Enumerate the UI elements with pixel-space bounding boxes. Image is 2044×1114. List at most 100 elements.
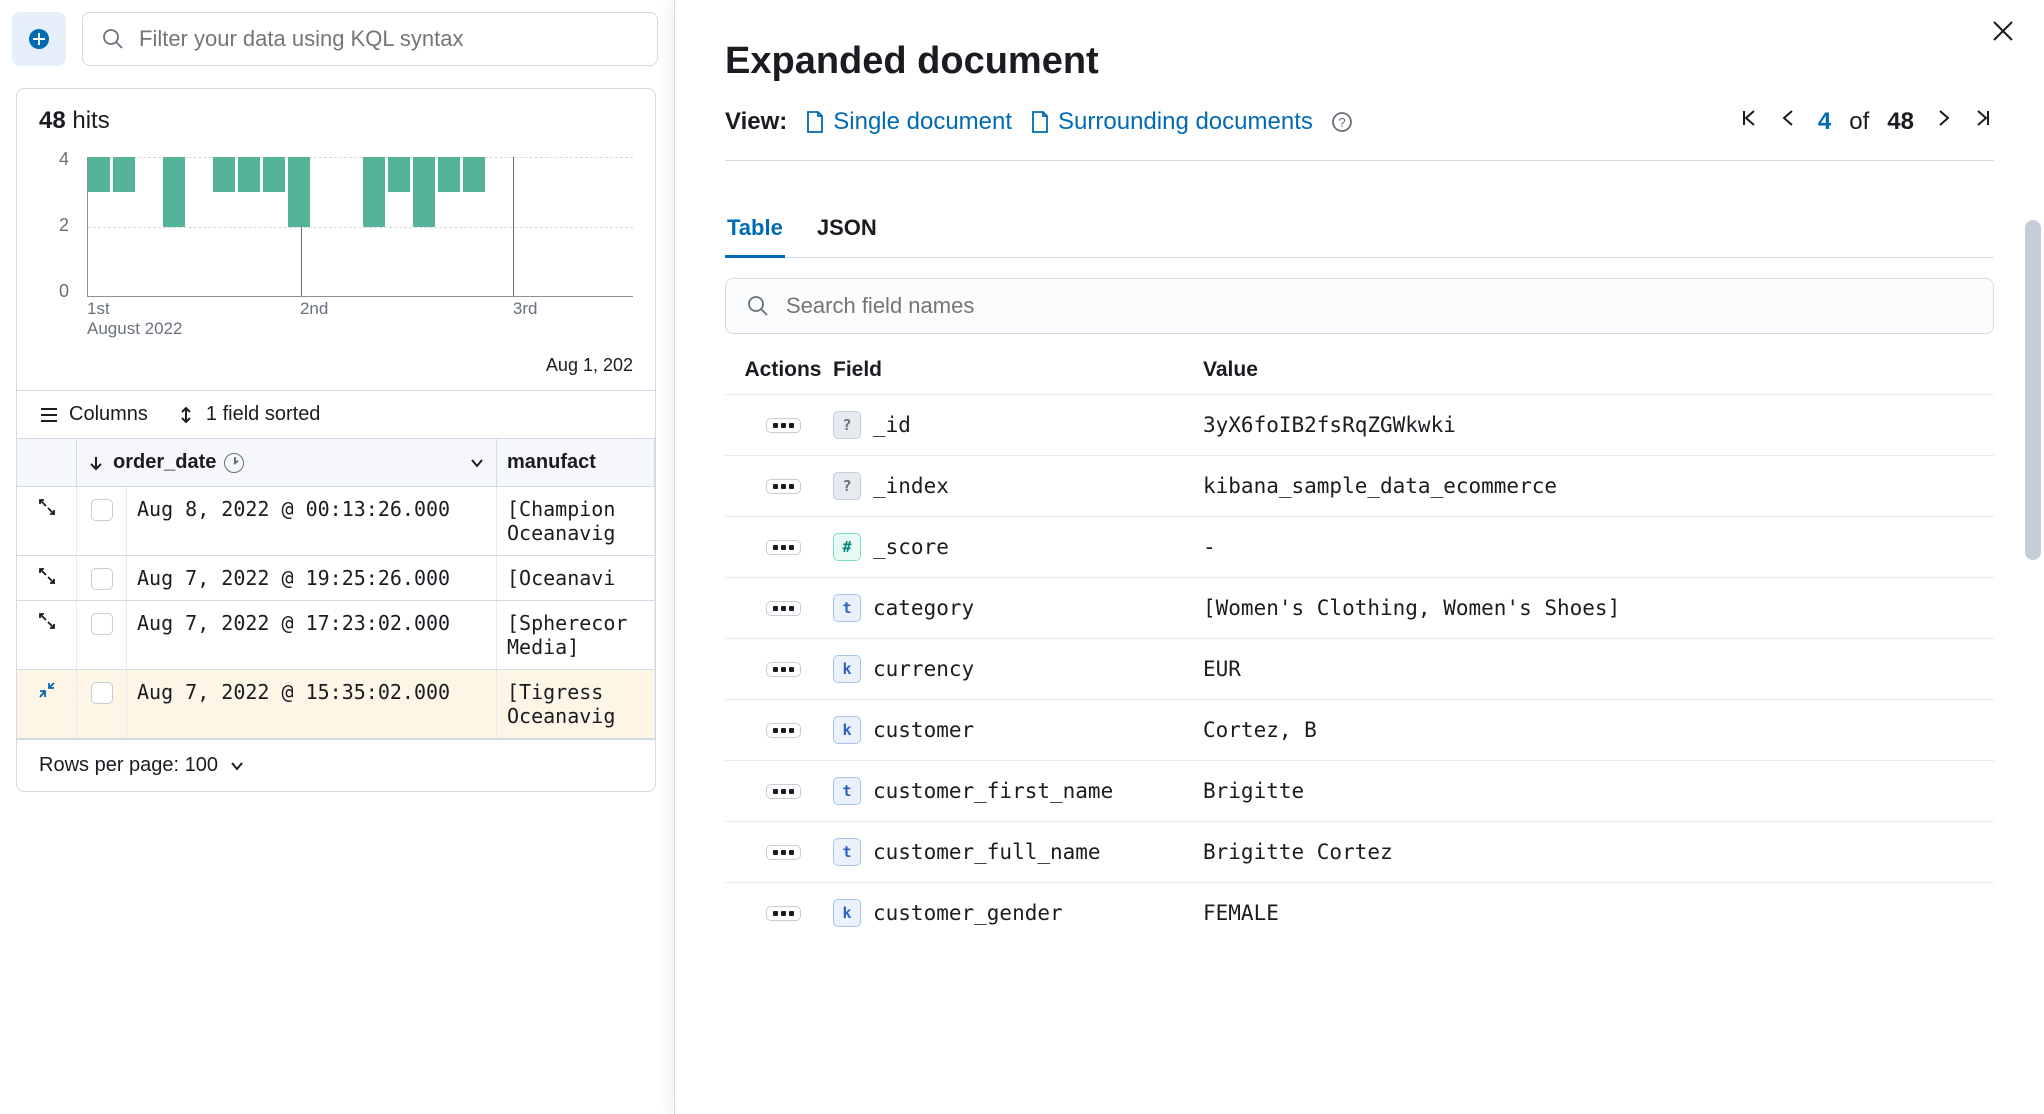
field-value-cell: Cortez, B: [1203, 718, 1986, 742]
hits-panel: 48 hits 4 2 0 1stAugust 2022 2nd 3rd Aug…: [16, 88, 656, 792]
first-page-button[interactable]: [1738, 107, 1760, 136]
expand-icon[interactable]: [37, 566, 57, 586]
chart-footer-label: Aug 1, 202: [17, 347, 655, 390]
row-checkbox[interactable]: [91, 499, 113, 521]
field-actions-button[interactable]: [766, 540, 801, 555]
field-type-icon: t: [833, 594, 861, 622]
row-checkbox[interactable]: [91, 613, 113, 635]
histogram-bar[interactable]: [263, 157, 285, 192]
prev-page-button[interactable]: [1778, 107, 1800, 136]
histogram-bar[interactable]: [113, 157, 135, 192]
field-search-bar[interactable]: [725, 278, 1994, 334]
field-type-icon: k: [833, 716, 861, 744]
histogram-chart[interactable]: 4 2 0 1stAugust 2022 2nd 3rd: [17, 147, 655, 347]
field-actions-button[interactable]: [766, 601, 801, 616]
histogram-bar[interactable]: [163, 157, 185, 227]
field-row: ?_id3yX6foIB2fsRqZGWkwki: [725, 394, 1994, 455]
field-value-cell: Brigitte: [1203, 779, 1986, 803]
field-row: kcurrencyEUR: [725, 638, 1994, 699]
histogram-bar[interactable]: [363, 157, 385, 227]
histogram-bar[interactable]: [438, 157, 460, 192]
field-type-icon: ?: [833, 472, 861, 500]
pagination: 4 of 48: [1738, 107, 1994, 136]
expand-icon[interactable]: [37, 611, 57, 631]
field-value-cell: 3yX6foIB2fsRqZGWkwki: [1203, 413, 1986, 437]
last-page-button[interactable]: [1972, 107, 1994, 136]
hits-count: 48 hits: [17, 107, 655, 147]
manufacturer-column-header[interactable]: manufact: [497, 439, 655, 486]
field-search-input[interactable]: [786, 293, 1973, 319]
order-date-cell: Aug 7, 2022 @ 19:25:26.000: [127, 556, 497, 600]
field-row: #_score -: [725, 516, 1994, 577]
table-toolbar: Columns 1 field sorted: [17, 390, 655, 438]
field-actions-button[interactable]: [766, 662, 801, 677]
field-actions-button[interactable]: [766, 845, 801, 860]
close-button[interactable]: [1990, 18, 2016, 49]
manufacturer-cell: [Champion Oceanavig: [497, 487, 655, 555]
histogram-bar[interactable]: [388, 157, 410, 192]
surrounding-documents-link[interactable]: Surrounding documents: [1030, 108, 1313, 136]
single-document-link[interactable]: Single document: [805, 108, 1012, 136]
histogram-bar[interactable]: [88, 157, 110, 192]
field-row: tcategory[Women's Clothing, Women's Shoe…: [725, 577, 1994, 638]
rows-per-page-button[interactable]: Rows per page: 100: [17, 739, 655, 791]
flyout-header: Expanded document View: Single document …: [675, 0, 2044, 181]
field-value-cell: -: [1203, 535, 1986, 559]
field-actions-button[interactable]: [766, 418, 801, 433]
expand-column-header: [17, 439, 77, 486]
histogram-bar[interactable]: [238, 157, 260, 192]
columns-button[interactable]: Columns: [39, 403, 148, 426]
manufacturer-cell: [Oceanavi: [497, 556, 655, 600]
clock-icon: [224, 453, 244, 473]
document-icon: [1030, 110, 1050, 134]
collapse-icon[interactable]: [37, 680, 57, 700]
table-row[interactable]: Aug 7, 2022 @ 15:35:02.000[Tigress Ocean…: [17, 670, 655, 739]
field-actions-button[interactable]: [766, 723, 801, 738]
scrollbar[interactable]: [2025, 220, 2041, 560]
field-row: kcustomerCortez, B: [725, 699, 1994, 760]
add-filter-button[interactable]: [12, 12, 66, 66]
row-checkbox[interactable]: [91, 568, 113, 590]
field-name-cell: kcustomer: [833, 716, 1203, 744]
tab-table[interactable]: Table: [725, 205, 785, 258]
field-actions-button[interactable]: [766, 479, 801, 494]
sort-button[interactable]: 1 field sorted: [176, 403, 321, 426]
chevron-down-icon: [228, 757, 246, 775]
table-row[interactable]: Aug 7, 2022 @ 17:23:02.000[Spherecor Med…: [17, 601, 655, 670]
chart-x-axis: 1stAugust 2022 2nd 3rd: [87, 299, 633, 339]
columns-icon: [39, 405, 59, 425]
histogram-bar[interactable]: [288, 157, 310, 227]
tab-json[interactable]: JSON: [815, 205, 879, 257]
sort-icon: [176, 405, 196, 425]
next-page-button[interactable]: [1932, 107, 1954, 136]
search-icon: [101, 27, 125, 51]
current-page: 4: [1818, 108, 1831, 136]
row-checkbox[interactable]: [91, 682, 113, 704]
field-value-cell: kibana_sample_data_ecommerce: [1203, 474, 1986, 498]
field-type-icon: k: [833, 655, 861, 683]
order-date-column-header[interactable]: order_date: [77, 439, 497, 486]
field-name-cell: #_score: [833, 533, 1203, 561]
table-row[interactable]: Aug 7, 2022 @ 19:25:26.000[Oceanavi: [17, 556, 655, 601]
field-row: tcustomer_full_nameBrigitte Cortez: [725, 821, 1994, 882]
manufacturer-cell: [Spherecor Media]: [497, 601, 655, 669]
kql-search-bar[interactable]: [82, 12, 658, 66]
field-type-icon: t: [833, 777, 861, 805]
field-actions-button[interactable]: [766, 906, 801, 921]
svg-text:?: ?: [1338, 115, 1345, 130]
kql-input[interactable]: [139, 26, 639, 52]
arrow-down-icon: [87, 454, 105, 472]
histogram-bar[interactable]: [213, 157, 235, 192]
grid-header-row: order_date manufact: [17, 438, 655, 487]
help-icon[interactable]: ?: [1331, 111, 1353, 133]
chevron-down-icon[interactable]: [468, 454, 486, 472]
top-bar: [0, 0, 670, 78]
histogram-bar[interactable]: [413, 157, 435, 227]
expand-icon[interactable]: [37, 497, 57, 517]
table-row[interactable]: Aug 8, 2022 @ 00:13:26.000[Champion Ocea…: [17, 487, 655, 556]
field-value-cell: EUR: [1203, 657, 1986, 681]
histogram-bar[interactable]: [463, 157, 485, 192]
field-name-cell: tcustomer_first_name: [833, 777, 1203, 805]
field-actions-button[interactable]: [766, 784, 801, 799]
field-name-cell: tcustomer_full_name: [833, 838, 1203, 866]
